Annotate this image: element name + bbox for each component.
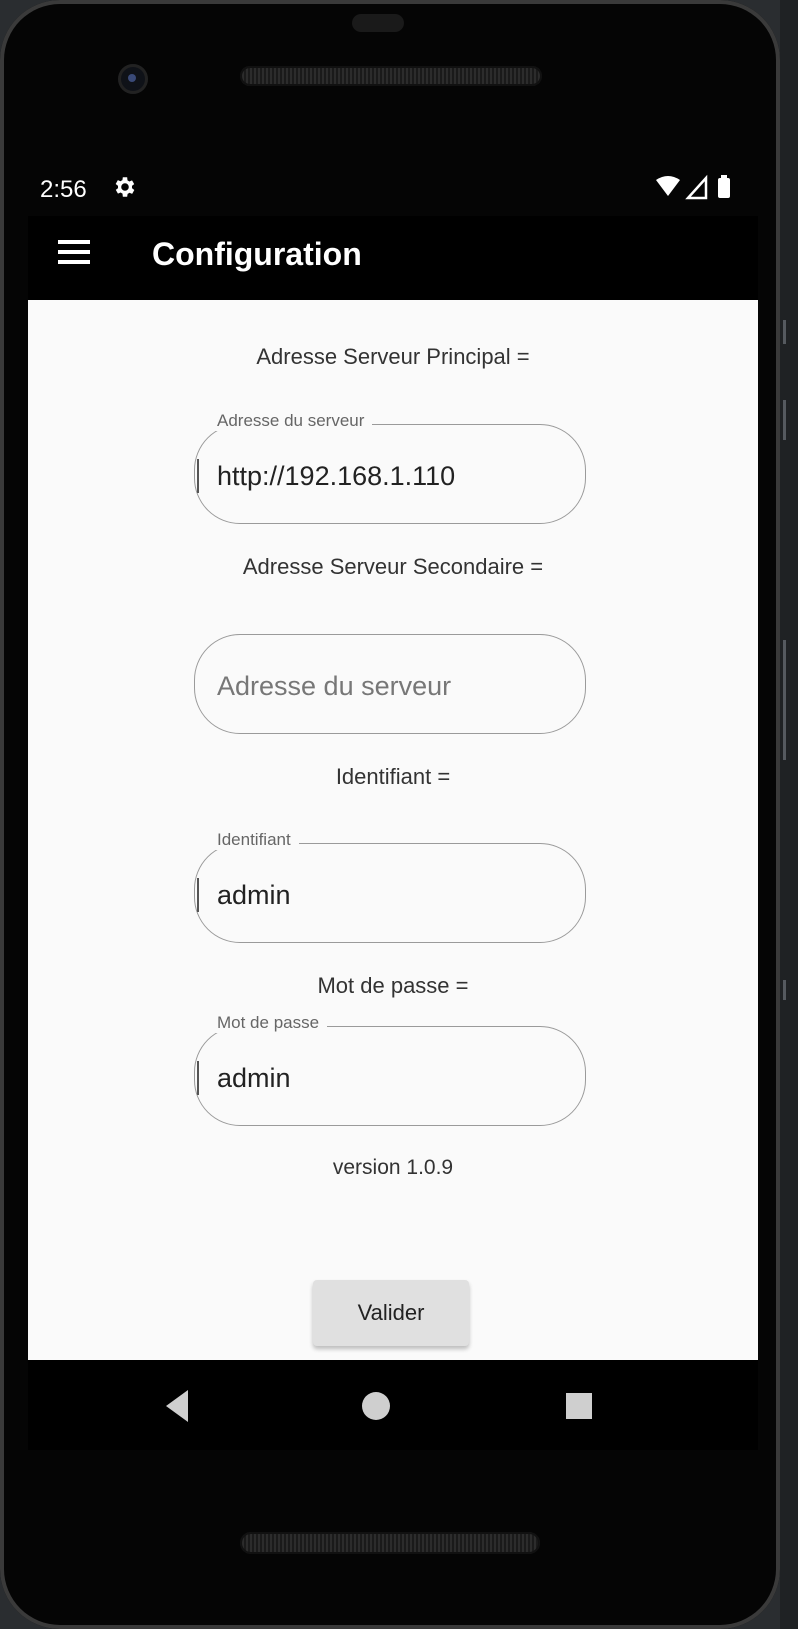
menu-line — [58, 240, 90, 244]
field-edge-marker — [197, 459, 199, 493]
page-title: Configuration — [152, 236, 362, 272]
field-edge-marker — [197, 1061, 199, 1095]
password-legend: Mot de passe — [209, 1013, 328, 1033]
hamburger-menu-icon[interactable] — [58, 238, 94, 268]
top-notch — [352, 14, 404, 32]
primary-server-legend: Adresse du serveur — [209, 411, 373, 431]
username-legend: Identifiant — [209, 830, 299, 850]
secondary-server-label: Adresse Serveur Secondaire = — [242, 554, 544, 579]
strip-mark — [783, 980, 786, 1000]
secondary-server-field[interactable]: Adresse du serveur — [194, 634, 586, 734]
primary-server-label: Adresse Serveur Principal = — [256, 344, 530, 369]
home-icon[interactable] — [362, 1392, 390, 1420]
recents-icon[interactable] — [566, 1393, 592, 1419]
status-time: 2:56 — [40, 176, 87, 203]
config-form: Adresse Serveur Principal = Adresse du s… — [28, 300, 758, 1360]
menu-line — [58, 260, 90, 264]
front-camera — [118, 64, 148, 94]
field-edge-marker — [197, 878, 199, 912]
system-nav-bar — [28, 1360, 758, 1450]
status-icons-group — [656, 174, 730, 200]
strip-mark — [783, 400, 786, 440]
battery-icon — [718, 175, 730, 198]
status-bar: 2:56 — [28, 160, 758, 216]
password-value: admin — [217, 1063, 291, 1093]
username-value: admin — [217, 880, 291, 910]
password-label: Mot de passe = — [317, 973, 469, 998]
password-field[interactable]: Mot de passe admin — [194, 1013, 586, 1126]
settings-icon — [115, 177, 135, 197]
menu-line — [58, 250, 90, 254]
bottom-speaker — [240, 1532, 540, 1554]
secondary-server-placeholder: Adresse du serveur — [217, 671, 452, 701]
phone-frame: 2:56 Configuration Adresse Serveur Princ… — [0, 0, 780, 1629]
strip-mark — [783, 320, 786, 344]
primary-server-value: http://192.168.1.110 — [217, 461, 456, 491]
primary-server-field[interactable]: Adresse du serveur http://192.168.1.110 — [194, 411, 586, 524]
app-bar: Configuration — [28, 216, 758, 300]
signal-icon — [685, 174, 708, 200]
username-field[interactable]: Identifiant admin — [194, 830, 586, 943]
username-label: Identifiant = — [335, 764, 451, 789]
back-icon[interactable] — [162, 1388, 192, 1424]
strip-mark — [783, 640, 786, 760]
window-side-strip — [780, 0, 798, 1629]
earpiece-speaker — [240, 66, 542, 86]
submit-button[interactable]: Valider — [313, 1280, 469, 1346]
version-text: version 1.0.9 — [332, 1156, 454, 1179]
wifi-icon — [656, 176, 680, 196]
